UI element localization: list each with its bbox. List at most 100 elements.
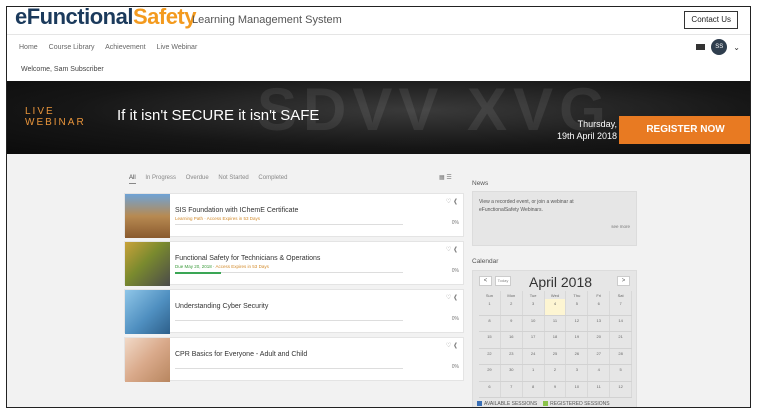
course-card[interactable]: Functional Safety for Technicians & Oper… <box>124 241 464 286</box>
nav-live-webinar[interactable]: Live Webinar <box>157 44 198 51</box>
register-now-button[interactable]: REGISTER NOW <box>619 116 750 144</box>
calendar-day-cell[interactable]: 3 <box>566 365 589 381</box>
calendar-day-cell[interactable]: 2 <box>545 365 567 381</box>
heart-icon[interactable]: ♡ <box>446 247 451 253</box>
calendar-day-cell[interactable]: 4 <box>544 299 567 315</box>
calendar-next-button[interactable]: > <box>617 276 630 286</box>
calendar-day-cell[interactable]: 21 <box>610 332 633 348</box>
calendar-day-header: Wed <box>545 291 567 299</box>
calendar-day-cell[interactable]: 30 <box>501 365 523 381</box>
banner-date-day: 19th April 2018 <box>556 131 617 141</box>
course-title[interactable]: Understanding Cyber Security <box>175 303 268 310</box>
filter-in-progress[interactable]: In Progress <box>145 175 176 181</box>
course-title[interactable]: CPR Basics for Everyone - Adult and Chil… <box>175 351 307 358</box>
calendar-day-cell[interactable]: 22 <box>479 348 501 364</box>
calendar-day-headers: Sun Mon Tue Wed Thu Fri Sat <box>479 291 633 299</box>
calendar-day-cell[interactable]: 5 <box>566 299 589 315</box>
calendar-day-cell[interactable]: 8 <box>523 381 545 397</box>
calendar-day-cell[interactable]: 26 <box>566 348 589 364</box>
filter-overdue[interactable]: Overdue <box>186 175 209 181</box>
logo[interactable]: eFunctionalSafety <box>15 7 197 31</box>
course-due-date: Due May 20, 2018 · <box>175 264 215 269</box>
share-icon[interactable]: ❰ <box>453 295 458 301</box>
heart-icon[interactable]: ♡ <box>446 199 451 205</box>
calendar-day-cell[interactable]: 9 <box>501 315 523 331</box>
calendar-day-cell[interactable]: 6 <box>588 299 611 315</box>
filter-all[interactable]: All <box>129 175 136 184</box>
nav-course-library[interactable]: Course Library <box>49 44 95 51</box>
filter-not-started[interactable]: Not Started <box>218 175 248 181</box>
calendar-day-cell[interactable]: 12 <box>566 315 589 331</box>
calendar-day-cell[interactable]: 9 <box>545 381 567 397</box>
course-card[interactable]: Understanding Cyber Security 0% ♡ ❰ <box>124 289 464 334</box>
calendar-day-cell[interactable]: 11 <box>588 381 611 397</box>
calendar-day-cell[interactable]: 25 <box>545 348 567 364</box>
contact-us-button[interactable]: Contact Us <box>684 11 738 29</box>
heart-icon[interactable]: ♡ <box>446 295 451 301</box>
filter-completed[interactable]: Completed <box>258 175 287 181</box>
calendar-day-cell[interactable]: 6 <box>479 381 501 397</box>
news-box: View a recorded event, or join a webinar… <box>472 191 637 246</box>
calendar-day-header: Fri <box>588 291 611 299</box>
calendar-day-cell[interactable]: 29 <box>479 365 501 381</box>
calendar-prev-button[interactable]: < <box>479 276 492 286</box>
calendar-day-cell[interactable]: 10 <box>566 381 589 397</box>
banner-title: If it isn't SECURE it isn't SAFE <box>117 107 320 124</box>
course-progress-bar <box>175 272 403 274</box>
legend-registered-label: REGISTERED SESSIONS <box>550 401 610 407</box>
live-webinar-label: LIVE WEBINAR <box>25 106 86 128</box>
calendar-day-cell[interactable]: 27 <box>588 348 611 364</box>
calendar-day-cell[interactable]: 4 <box>588 365 611 381</box>
webinar-banner[interactable]: SDVV XVG LIVE WEBINAR If it isn't SECURE… <box>7 81 750 154</box>
calendar-day-cell[interactable]: 7 <box>501 381 523 397</box>
calendar-day-cell[interactable]: 13 <box>588 315 611 331</box>
calendar-day-cell[interactable]: 14 <box>610 315 633 331</box>
mail-icon[interactable] <box>696 44 706 50</box>
calendar-day-cell[interactable]: 16 <box>501 332 523 348</box>
course-progress-bar <box>175 224 403 225</box>
calendar-day-header: Sat <box>610 291 633 299</box>
grid-view-icon[interactable]: ▦ <box>439 175 445 181</box>
calendar-day-cell[interactable]: 17 <box>523 332 545 348</box>
legend-registered: REGISTERED SESSIONS <box>543 401 610 407</box>
calendar-day-cell[interactable]: 8 <box>479 315 501 331</box>
course-percent: 0% <box>451 220 459 226</box>
calendar-day-cell[interactable]: 18 <box>545 332 567 348</box>
chevron-down-icon[interactable]: ⌄ <box>733 43 740 52</box>
course-actions: ♡ ❰ <box>446 294 458 301</box>
calendar-day-cell[interactable]: 11 <box>545 315 567 331</box>
calendar-day-cell[interactable]: 23 <box>501 348 523 364</box>
calendar-day-cell[interactable]: 1 <box>523 365 545 381</box>
share-icon[interactable]: ❰ <box>453 199 458 205</box>
calendar-day-header: Thu <box>566 291 589 299</box>
course-title[interactable]: Functional Safety for Technicians & Oper… <box>175 255 320 262</box>
view-toggle: ▦ ☰ <box>439 174 452 181</box>
calendar-day-cell[interactable]: 15 <box>479 332 501 348</box>
see-more-link[interactable]: see more <box>611 224 630 229</box>
calendar-today-button[interactable]: Today <box>495 276 511 286</box>
nav-achievement[interactable]: Achievement <box>105 44 145 51</box>
calendar-day-cell[interactable]: 5 <box>610 365 633 381</box>
calendar-day-cell[interactable]: 20 <box>588 332 611 348</box>
course-card[interactable]: SIS Foundation with IChemE Certificate L… <box>124 193 464 238</box>
course-card[interactable]: CPR Basics for Everyone - Adult and Chil… <box>124 337 464 382</box>
calendar-day-cell[interactable]: 2 <box>501 299 523 315</box>
share-icon[interactable]: ❰ <box>453 343 458 349</box>
calendar-day-cell[interactable]: 28 <box>610 348 633 364</box>
course-thumbnail <box>125 338 170 382</box>
calendar-day-cell[interactable]: 1 <box>479 299 501 315</box>
calendar-day-cell[interactable]: 24 <box>523 348 545 364</box>
heart-icon[interactable]: ♡ <box>446 343 451 349</box>
site-subtitle: Learning Management System <box>192 14 342 26</box>
calendar-day-cell[interactable]: 12 <box>610 381 633 397</box>
list-view-icon[interactable]: ☰ <box>446 175 451 181</box>
avatar[interactable]: SS <box>711 39 728 55</box>
nav-home[interactable]: Home <box>19 44 38 51</box>
calendar-day-cell[interactable]: 3 <box>523 299 545 315</box>
banner-date-weekday: Thursday, <box>577 119 617 129</box>
course-title[interactable]: SIS Foundation with IChemE Certificate <box>175 207 298 214</box>
calendar-day-cell[interactable]: 19 <box>566 332 589 348</box>
calendar-day-cell[interactable]: 10 <box>523 315 545 331</box>
share-icon[interactable]: ❰ <box>453 247 458 253</box>
calendar-day-cell[interactable]: 7 <box>610 299 633 315</box>
